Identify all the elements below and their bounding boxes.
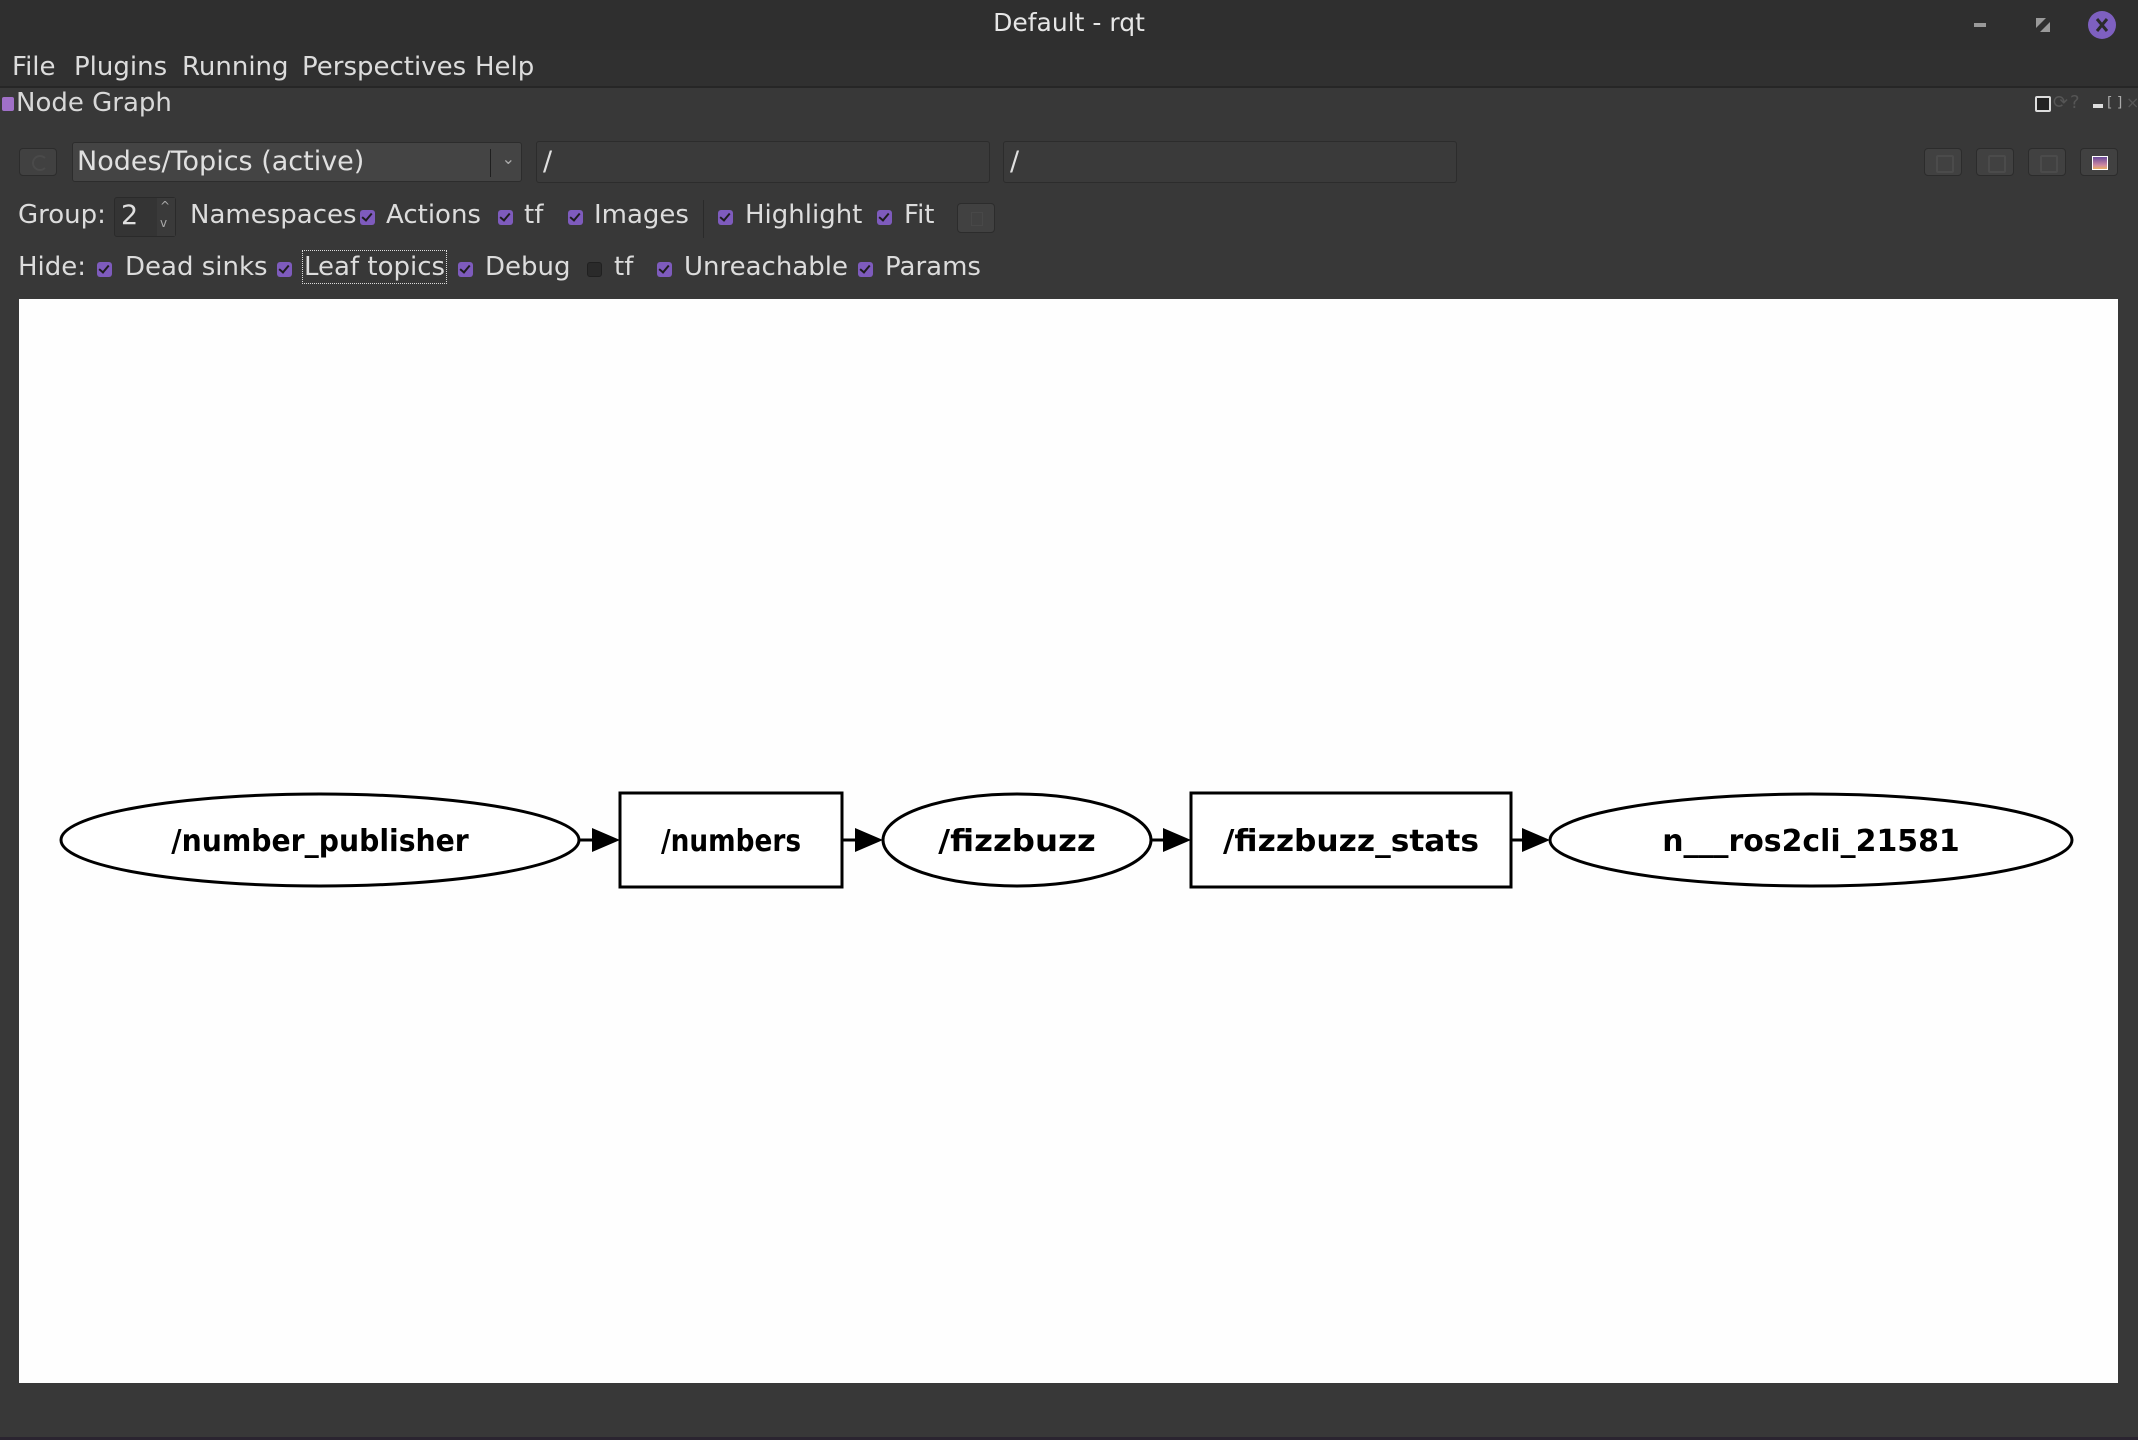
params-checkbox[interactable]	[858, 262, 873, 277]
node-filter-input[interactable]: /	[536, 141, 990, 183]
group-label: Group:	[18, 200, 106, 230]
spin-down-icon[interactable]: v	[160, 216, 167, 230]
fit-label: Fit	[904, 200, 935, 230]
tf-label: tf	[524, 200, 544, 230]
menu-help[interactable]: Help	[475, 52, 534, 82]
tf-checkbox[interactable]	[498, 210, 513, 225]
window-titlebar: Default - rqt	[0, 0, 2138, 50]
topic-filter-input[interactable]: /	[1003, 141, 1457, 183]
graph-edge[interactable]	[842, 828, 883, 852]
save-dot-button[interactable]	[1976, 148, 2014, 176]
minimize-button[interactable]	[1968, 10, 1998, 40]
save-svg-button[interactable]	[2028, 148, 2066, 176]
graph-node-label: /fizzbuzz	[938, 824, 1096, 859]
save-dot-icon	[1988, 155, 2006, 173]
graph-type-select[interactable]: Nodes/Topics (active) ⌄	[72, 142, 522, 182]
dead-sinks-label: Dead sinks	[125, 252, 268, 282]
close-button[interactable]	[2088, 8, 2116, 42]
node-graph-item[interactable]: /fizzbuzz	[881, 792, 1153, 888]
spin-buttons: ^ v	[157, 198, 175, 236]
maximize-icon	[2036, 18, 2050, 32]
arrowhead-icon	[1163, 828, 1191, 852]
node-graph-item[interactable]: /number_publisher	[59, 792, 581, 888]
dock-close-icon[interactable]: ×	[2126, 93, 2138, 112]
hide-label: Hide:	[18, 252, 87, 282]
maximize-button[interactable]	[2028, 10, 2058, 40]
images-checkbox[interactable]	[568, 210, 583, 225]
reload-icon[interactable]: ⟳	[2053, 92, 2068, 113]
graph-node-label: /numbers	[661, 824, 801, 859]
graph-node-label: n___ros2cli_21581	[1662, 824, 1960, 859]
graph-edge[interactable]	[1151, 828, 1191, 852]
window-title: Default - rqt	[993, 8, 1145, 37]
fit-in-view-button[interactable]	[957, 203, 995, 233]
help-icon[interactable]: ?	[2070, 92, 2080, 113]
arrowhead-icon	[1522, 828, 1550, 852]
graph-node-label: /fizzbuzz_stats	[1223, 824, 1479, 859]
images-label: Images	[594, 200, 689, 230]
namespaces-checkbox[interactable]: Namespaces	[190, 200, 357, 230]
dead-sinks-checkbox[interactable]	[97, 262, 112, 277]
highlight-label: Highlight	[745, 200, 863, 230]
unreachable-checkbox[interactable]	[657, 262, 672, 277]
menu-plugins[interactable]: Plugins	[74, 52, 167, 82]
hide-tf-checkbox[interactable]	[587, 262, 602, 277]
actions-label: Actions	[386, 200, 481, 230]
minimize-icon	[1974, 23, 1986, 27]
params-label: Params	[885, 252, 981, 282]
chevron-down-icon: ⌄	[501, 149, 515, 168]
dock-minimize-icon[interactable]	[2093, 104, 2103, 108]
refresh-icon	[32, 155, 48, 171]
debug-label: Debug	[485, 252, 571, 282]
node-graph-plugin-icon	[2, 97, 14, 111]
save-svg-icon	[2040, 155, 2058, 173]
menu-file[interactable]: File	[12, 52, 56, 82]
actions-checkbox[interactable]	[360, 210, 375, 225]
leaf-topics-checkbox[interactable]	[277, 262, 292, 277]
leaf-topics-label: Leaf topics	[301, 250, 448, 284]
topic-filter-value: /	[1010, 146, 1020, 177]
highlight-checkbox[interactable]	[718, 210, 733, 225]
group-value: 2	[121, 200, 139, 231]
combo-separator	[490, 149, 491, 177]
dock-toggle-icon[interactable]	[2035, 96, 2051, 112]
refresh-button[interactable]	[19, 148, 57, 176]
arrowhead-icon	[592, 828, 620, 852]
group-spinbox[interactable]: 2 ^ v	[114, 197, 176, 237]
node-graph-item[interactable]: n___ros2cli_21581	[1548, 792, 2074, 888]
topic-graph-item[interactable]: /numbers	[618, 791, 844, 889]
topic-graph-item[interactable]: /fizzbuzz_stats	[1189, 791, 1513, 889]
fit-checkbox[interactable]	[877, 210, 892, 225]
dock-title: Node Graph	[16, 88, 172, 118]
debug-checkbox[interactable]	[458, 262, 473, 277]
load-dot-button[interactable]	[1924, 148, 1962, 176]
arrowhead-icon	[855, 828, 883, 852]
float-icon[interactable]: [ ]	[2107, 95, 2122, 111]
options-separator	[703, 200, 704, 238]
menu-bar: File Plugins Running Perspectives Help	[0, 50, 2138, 88]
load-dot-icon	[1936, 155, 1954, 173]
graph-type-value: Nodes/Topics (active)	[77, 146, 365, 177]
close-icon	[2088, 11, 2116, 39]
fit-in-view-icon	[971, 212, 983, 226]
node-filter-value: /	[543, 146, 553, 177]
save-image-button[interactable]	[2080, 148, 2118, 176]
unreachable-label: Unreachable	[684, 252, 848, 282]
graph-canvas[interactable]: /number_publisher/numbers/fizzbuzz/fizzb…	[19, 299, 2118, 1383]
graph-svg: /number_publisher/numbers/fizzbuzz/fizzb…	[59, 791, 2074, 889]
hide-tf-label: tf	[614, 252, 634, 282]
graph-edge[interactable]	[579, 828, 620, 852]
save-image-icon	[2092, 156, 2108, 170]
spin-up-icon[interactable]: ^	[160, 199, 170, 213]
graph-edge[interactable]	[1511, 828, 1550, 852]
graph-node-label: /number_publisher	[171, 824, 469, 859]
menu-perspectives[interactable]: Perspectives	[302, 52, 466, 82]
menu-running[interactable]: Running	[182, 52, 289, 82]
